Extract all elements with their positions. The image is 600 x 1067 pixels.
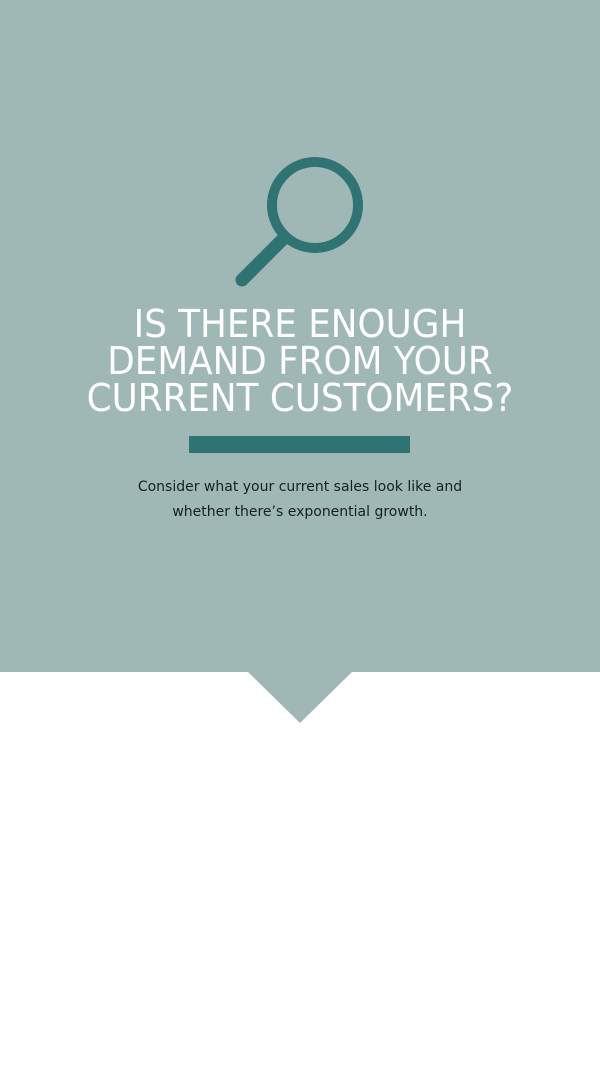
description-text: Consider what your current sales look li… (60, 475, 540, 525)
description-line: whether there’s exponential growth. (172, 504, 428, 520)
title-divider (189, 436, 410, 453)
description-line: Consider what your current sales look li… (137, 479, 463, 495)
panel-pointer (248, 672, 352, 723)
magnifying-glass-icon (235, 157, 363, 287)
page-title: IS THERE ENOUGH DEMAND FROM YOUR CURRENT… (56, 302, 545, 420)
title-line: IS THERE ENOUGH (133, 302, 467, 346)
title-line: DEMAND FROM YOUR (107, 339, 493, 383)
slide-page: IS THERE ENOUGH DEMAND FROM YOUR CURRENT… (0, 0, 600, 1067)
title-line: CURRENT CUSTOMERS? (86, 376, 514, 420)
